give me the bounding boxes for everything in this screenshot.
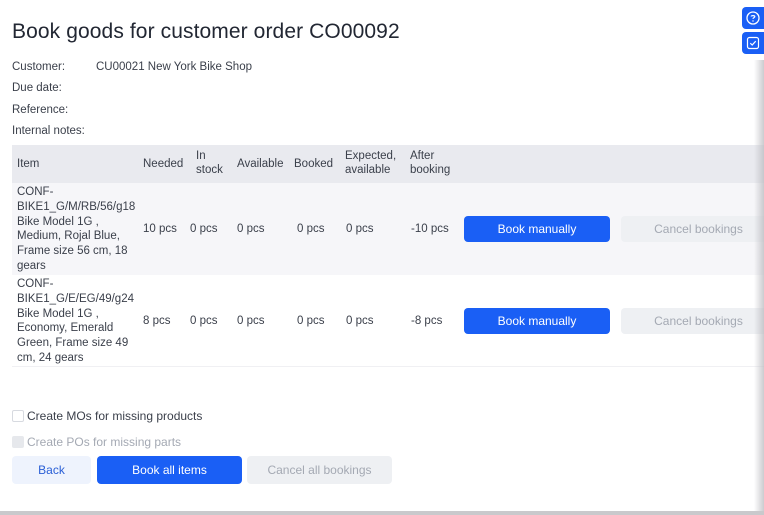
header-after-line2: booking — [410, 164, 451, 176]
tasks-button[interactable] — [742, 32, 764, 54]
create-mos-label: Create MOs for missing products — [27, 409, 203, 423]
create-mos-checkbox[interactable] — [12, 410, 24, 422]
item-line: Economy, Emerald — [17, 322, 114, 335]
due-date-row: Due date: — [12, 82, 252, 103]
item-line: Bike Model 1G , — [17, 215, 99, 228]
item-line: Medium, Rojal Blue, — [17, 230, 120, 243]
customer-value: CU00021 New York Bike Shop — [96, 61, 252, 73]
booked-cell: 0 pcs — [297, 315, 325, 327]
book-manually-button[interactable]: Book manually — [464, 216, 610, 242]
customer-label: Customer: — [12, 61, 66, 73]
item-line: cm, 24 gears — [17, 351, 84, 364]
header-expected-available: Expected, available — [345, 149, 396, 177]
customer-row: Customer: CU00021 New York Bike Shop — [12, 61, 252, 82]
item-line: CONF- — [17, 278, 54, 290]
item-line: Frame size 56 cm, 18 — [17, 245, 128, 258]
needed-cell: 10 pcs — [143, 223, 177, 235]
expected-cell: 0 pcs — [346, 315, 374, 327]
book-goods-page: Book goods for customer order CO00092 Cu… — [0, 0, 764, 515]
header-after-line1: After — [410, 150, 435, 162]
order-details: Customer: CU00021 New York Bike Shop Due… — [12, 61, 252, 146]
header-in-stock-line1: In — [196, 150, 206, 162]
reference-label: Reference: — [12, 103, 69, 116]
header-needed: Needed — [143, 158, 184, 170]
create-pos-option: Create POs for missing parts — [12, 429, 202, 455]
item-cell: CONF- BIKE1_G/E/EG/49/g24 Bike Model 1G … — [17, 277, 157, 366]
header-available: Available — [237, 158, 284, 170]
available-cell: 0 pcs — [237, 315, 265, 327]
cancel-all-bookings-button[interactable]: Cancel all bookings — [247, 456, 392, 484]
table-row: CONF- BIKE1_G/M/RB/56/g18 Bike Model 1G … — [12, 183, 764, 275]
help-circle-icon — [746, 11, 760, 25]
booking-table: Item Needed In stock Available Booked Ex… — [12, 145, 764, 367]
item-line: Bike Model 1G , — [17, 307, 99, 320]
due-date-label: Due date: — [12, 82, 62, 95]
table-header: Item Needed In stock Available Booked Ex… — [12, 145, 764, 183]
header-in-stock: In stock — [196, 149, 223, 177]
create-mos-option[interactable]: Create MOs for missing products — [12, 403, 202, 429]
item-line: CONF- — [17, 186, 54, 198]
header-expected-line1: Expected, — [345, 150, 397, 162]
back-button[interactable]: Back — [12, 456, 91, 484]
in-stock-cell: 0 pcs — [190, 223, 218, 235]
in-stock-cell: 0 pcs — [190, 315, 218, 327]
bottom-border — [0, 511, 764, 515]
help-button[interactable] — [742, 7, 764, 29]
after-booking-cell: -8 pcs — [411, 315, 443, 327]
header-booked: Booked — [294, 158, 334, 170]
book-all-items-button[interactable]: Book all items — [97, 456, 242, 484]
booked-cell: 0 pcs — [297, 223, 325, 235]
create-pos-checkbox — [12, 436, 24, 448]
internal-notes-label: Internal notes: — [12, 124, 85, 137]
header-after-booking: After booking — [410, 149, 450, 177]
create-pos-label: Create POs for missing parts — [27, 435, 182, 449]
needed-cell: 8 pcs — [143, 315, 171, 327]
item-line: gears — [17, 259, 46, 272]
expected-cell: 0 pcs — [346, 223, 374, 235]
item-cell: CONF- BIKE1_G/M/RB/56/g18 Bike Model 1G … — [17, 185, 157, 274]
internal-notes-row: Internal notes: — [12, 125, 252, 146]
item-line: BIKE1_G/M/RB/56/g18 — [17, 200, 136, 213]
header-expected-line2: available — [345, 164, 391, 176]
item-line: Green, Frame size 49 — [17, 337, 129, 350]
options: Create MOs for missing products Create P… — [12, 403, 202, 455]
checkbox-icon — [746, 36, 760, 50]
table-row: CONF- BIKE1_G/E/EG/49/g24 Bike Model 1G … — [12, 275, 764, 367]
cancel-bookings-button[interactable]: Cancel bookings — [621, 216, 764, 242]
reference-row: Reference: — [12, 104, 252, 125]
header-item: Item — [17, 158, 40, 170]
cancel-bookings-button[interactable]: Cancel bookings — [621, 308, 764, 334]
scrollbar[interactable] — [754, 60, 764, 511]
header-in-stock-line2: stock — [196, 164, 223, 176]
side-toolbar — [742, 7, 764, 57]
book-manually-button[interactable]: Book manually — [464, 308, 610, 334]
page-title: Book goods for customer order CO00092 — [12, 20, 400, 43]
available-cell: 0 pcs — [237, 223, 265, 235]
after-booking-cell: -10 pcs — [411, 223, 449, 235]
item-line: BIKE1_G/E/EG/49/g24 — [17, 292, 134, 305]
